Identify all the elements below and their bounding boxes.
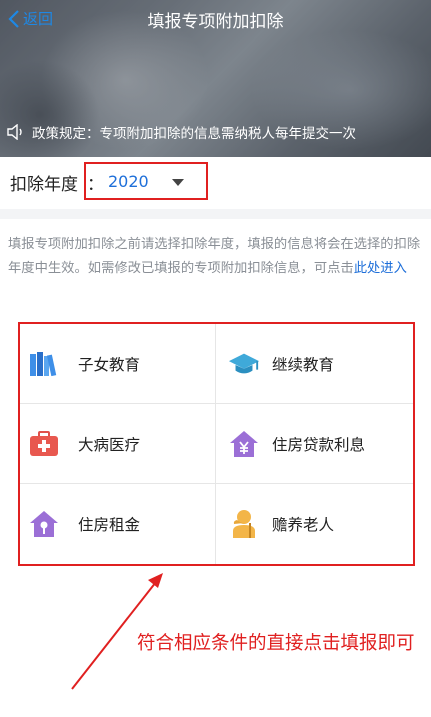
house-yen-icon — [228, 428, 260, 460]
item-housing-loan-interest[interactable]: 住房贷款利息 — [216, 404, 413, 484]
item-housing-rent[interactable]: 住房租金 — [20, 484, 216, 564]
item-label: 住房租金 — [78, 516, 141, 534]
year-colon: ： — [87, 175, 104, 195]
item-label: 继续教育 — [272, 355, 335, 374]
year-value: 2020 — [108, 171, 149, 191]
house-key-icon — [28, 508, 60, 540]
item-label: 住房贷款利息 — [272, 435, 366, 454]
elderly-person-icon — [228, 508, 260, 540]
year-label: 扣除年度 — [10, 175, 78, 195]
item-children-education[interactable]: 子女教育 — [20, 324, 216, 404]
graduation-cap-icon — [228, 348, 260, 380]
policy-notice: 政策规定：专项附加扣除的信息需纳税人每年提交一次 — [0, 117, 431, 147]
year-dropdown[interactable]: ： 2020 — [84, 162, 208, 200]
section-divider — [0, 209, 431, 219]
books-icon — [28, 348, 60, 380]
medical-kit-icon — [28, 428, 60, 460]
year-selector-row: 扣除年度 ： 2020 — [0, 157, 431, 209]
enter-here-link[interactable]: 此处进入 — [354, 261, 407, 276]
deduction-grid: 子女教育 继续教育 大病医疗 住房贷款利息 住房租金 赡养老人 — [20, 324, 413, 564]
caret-down-icon — [172, 179, 184, 186]
policy-notice-text: 政策规定：专项附加扣除的信息需纳税人每年提交一次 — [32, 126, 356, 142]
speaker-icon — [7, 124, 22, 140]
page-title: 填报专项附加扣除 — [147, 12, 284, 32]
item-label: 大病医疗 — [78, 435, 141, 454]
item-serious-illness[interactable]: 大病医疗 — [20, 404, 216, 484]
item-continuing-education[interactable]: 继续教育 — [216, 324, 413, 404]
description: 填报专项附加扣除之前请选择扣除年度，填报的信息将会在选择的扣除年度中生效。如需修… — [8, 233, 424, 281]
item-label: 子女教育 — [78, 355, 141, 374]
item-label: 赡养老人 — [272, 516, 335, 534]
annotation-text: 符合相应条件的直接点击填报即可 — [137, 633, 415, 654]
item-elderly-support[interactable]: 赡养老人 — [216, 484, 413, 564]
